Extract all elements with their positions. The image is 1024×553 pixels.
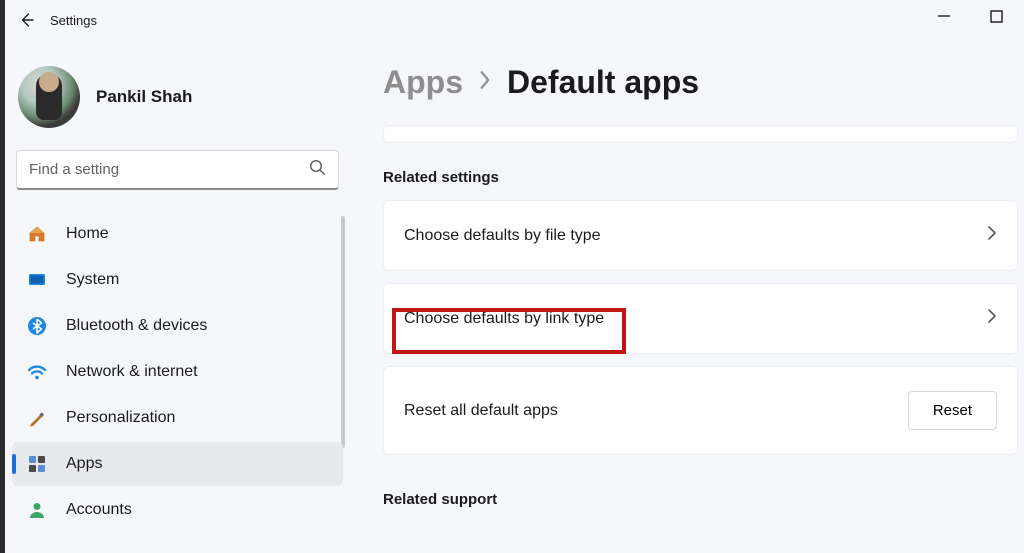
section-heading-related-support: Related support [383, 491, 1018, 508]
sidebar-item-network[interactable]: Network & internet [12, 350, 343, 394]
window-title: Settings [50, 13, 97, 28]
sidebar-item-label: Bluetooth & devices [66, 317, 207, 335]
system-icon [26, 269, 48, 291]
chevron-right-icon [987, 225, 997, 246]
setting-row-link-type[interactable]: Choose defaults by link type [383, 283, 1018, 354]
back-button[interactable] [10, 4, 42, 36]
setting-row-label: Choose defaults by file type [404, 227, 601, 245]
avatar [18, 66, 80, 128]
sidebar-item-accounts[interactable]: Accounts [12, 488, 343, 532]
sidebar: Pankil Shah Home System [0, 40, 355, 553]
personalization-icon [26, 407, 48, 429]
breadcrumb: Apps Default apps [383, 64, 1018, 101]
section-heading-related-settings: Related settings [383, 169, 1018, 186]
preceding-card-edge [383, 125, 1018, 143]
search-icon [309, 159, 326, 181]
reset-button[interactable]: Reset [908, 391, 997, 430]
accounts-icon [26, 499, 48, 521]
sidebar-item-bluetooth[interactable]: Bluetooth & devices [12, 304, 343, 348]
sidebar-item-home[interactable]: Home [12, 212, 343, 256]
maximize-icon [990, 10, 1003, 23]
sidebar-item-apps[interactable]: Apps [12, 442, 343, 486]
page-title: Default apps [507, 64, 699, 101]
setting-row-label: Choose defaults by link type [404, 310, 604, 328]
profile-name: Pankil Shah [96, 87, 192, 107]
breadcrumb-parent[interactable]: Apps [383, 64, 463, 101]
network-icon [26, 361, 48, 383]
main-content: Apps Default apps Related settings Choos… [355, 40, 1024, 553]
bluetooth-icon [26, 315, 48, 337]
setting-row-reset: Reset all default apps Reset [383, 366, 1018, 455]
sidebar-item-personalization[interactable]: Personalization [12, 396, 343, 440]
sidebar-item-label: Accounts [66, 501, 132, 519]
sidebar-item-label: Apps [66, 455, 102, 473]
sidebar-item-label: Personalization [66, 409, 175, 427]
sidebar-scrollbar[interactable] [341, 216, 345, 448]
search-input[interactable] [29, 161, 309, 178]
home-icon [26, 223, 48, 245]
back-arrow-icon [18, 12, 34, 28]
minimize-icon [937, 9, 951, 23]
maximize-button[interactable] [986, 8, 1006, 24]
sidebar-nav: Home System Bluetooth & devices Network … [12, 212, 343, 532]
search-box[interactable] [16, 150, 339, 190]
apps-icon [26, 453, 48, 475]
sidebar-item-label: System [66, 271, 119, 289]
sidebar-item-label: Network & internet [66, 363, 198, 381]
minimize-button[interactable] [934, 8, 954, 24]
profile-block[interactable]: Pankil Shah [12, 58, 343, 150]
sidebar-item-label: Home [66, 225, 109, 243]
chevron-right-icon [987, 308, 997, 329]
setting-row-file-type[interactable]: Choose defaults by file type [383, 200, 1018, 271]
window-controls [934, 8, 1006, 24]
chevron-right-icon [477, 69, 493, 96]
title-bar: Settings [0, 0, 1024, 40]
sidebar-item-system[interactable]: System [12, 258, 343, 302]
setting-row-label: Reset all default apps [404, 402, 558, 420]
